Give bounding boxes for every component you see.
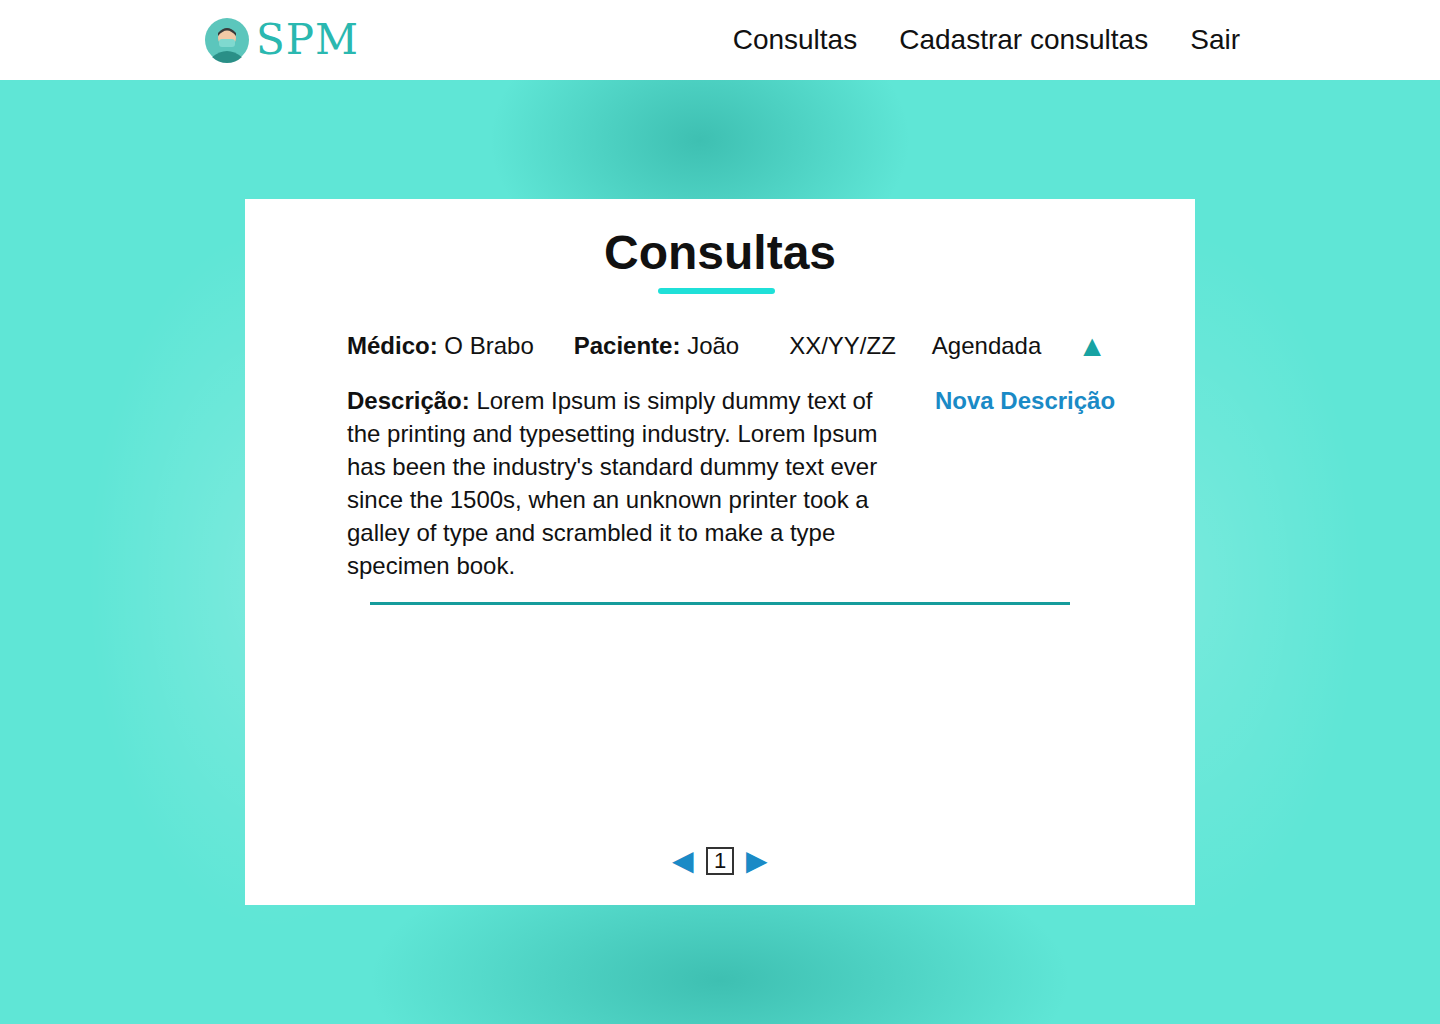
- description-label: Descrição:: [347, 387, 470, 414]
- page-title: Consultas: [245, 227, 1195, 280]
- consultation-summary: Médico: O Brabo Paciente: João XX/YY/ZZ Age…: [347, 330, 1135, 362]
- collapse-toggle[interactable]: ▲: [1077, 331, 1107, 361]
- nav-link[interactable]: Consultas: [733, 24, 858, 56]
- doctor-name: O Brabo: [444, 332, 533, 359]
- background-photo: Consultas Médico: O Brabo Paciente: João XX…: [0, 80, 1440, 1024]
- item-divider: [370, 602, 1070, 605]
- nav-link[interactable]: Cadastrar consultas: [899, 24, 1148, 56]
- new-description-link[interactable]: Nova Descrição: [935, 384, 1115, 582]
- doctor-field: Médico: O Brabo: [347, 330, 534, 362]
- next-page-button[interactable]: ▶: [746, 847, 768, 875]
- title-underline: [658, 288, 775, 294]
- pagination: ◀ 1 ▶: [245, 847, 1195, 875]
- description-row: Descrição: Lorem Ipsum is simply dummy t…: [347, 384, 1135, 582]
- consultation-status: Agendada: [932, 330, 1041, 362]
- description-text: Lorem Ipsum is simply dummy text of the …: [347, 387, 878, 579]
- consultations-card: Consultas Médico: O Brabo Paciente: João XX…: [245, 199, 1195, 905]
- logo[interactable]: SPM: [204, 17, 359, 63]
- nav-link[interactable]: Sair: [1190, 24, 1240, 56]
- consultation-item: Médico: O Brabo Paciente: João XX/YY/ZZ Age…: [245, 330, 1195, 605]
- patient-name: João: [687, 332, 739, 359]
- consultation-date: XX/YY/ZZ: [789, 330, 896, 362]
- previous-page-button[interactable]: ◀: [672, 847, 694, 875]
- top-bar: SPM Consultas Cadastrar consultas Sair: [0, 0, 1440, 80]
- doctor-label: Médico:: [347, 332, 438, 359]
- logo-text: SPM: [256, 19, 359, 61]
- patient-field: Paciente: João: [574, 330, 739, 362]
- doctor-icon: [204, 17, 250, 63]
- current-page: 1: [706, 847, 734, 875]
- description: Descrição: Lorem Ipsum is simply dummy t…: [347, 384, 907, 582]
- main-nav: Consultas Cadastrar consultas Sair: [733, 24, 1240, 56]
- patient-label: Paciente:: [574, 332, 681, 359]
